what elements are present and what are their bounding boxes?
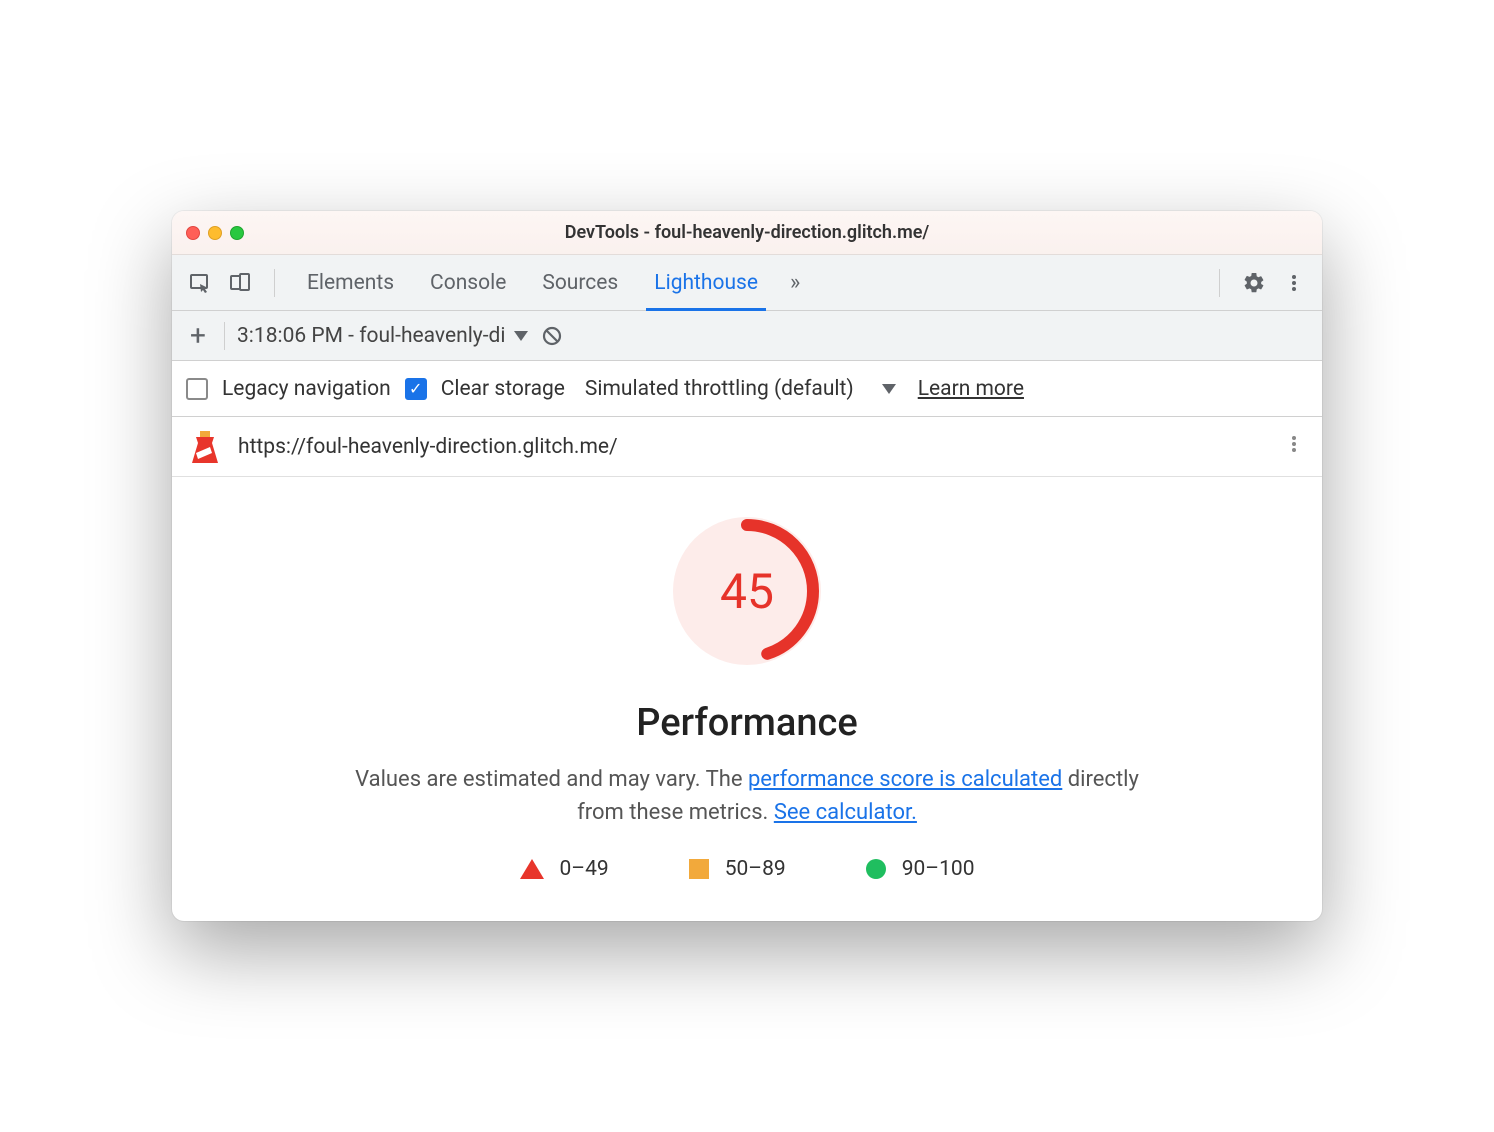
legacy-navigation-checkbox[interactable] bbox=[186, 378, 208, 400]
performance-heading: Performance bbox=[202, 701, 1292, 745]
triangle-icon bbox=[520, 859, 544, 879]
performance-description: Values are estimated and may vary. The p… bbox=[337, 763, 1157, 829]
new-report-button[interactable]: + bbox=[184, 319, 212, 352]
zoom-window-button[interactable] bbox=[230, 226, 244, 240]
lighthouse-logo-icon bbox=[190, 429, 220, 465]
report-selector[interactable]: 3:18:06 PM - foul-heavenly-di bbox=[237, 324, 528, 348]
score-legend: 0–49 50–89 90–100 bbox=[202, 857, 1292, 881]
performance-score: 45 bbox=[673, 517, 821, 665]
throttling-label: Simulated throttling (default) bbox=[585, 377, 854, 401]
device-toolbar-icon[interactable] bbox=[224, 267, 256, 299]
more-tabs-icon[interactable]: » bbox=[780, 270, 810, 295]
legend-mid: 50–89 bbox=[689, 857, 786, 881]
circle-icon bbox=[866, 859, 886, 879]
separator bbox=[1219, 269, 1220, 297]
clear-report-icon[interactable] bbox=[540, 324, 564, 348]
score-calculated-link[interactable]: performance score is calculated bbox=[748, 767, 1062, 792]
separator bbox=[274, 269, 275, 297]
more-menu-icon[interactable] bbox=[1278, 267, 1310, 299]
lighthouse-toolbar: + 3:18:06 PM - foul-heavenly-di bbox=[172, 311, 1322, 361]
caret-down-icon bbox=[514, 331, 528, 341]
tab-sources[interactable]: Sources bbox=[528, 255, 632, 311]
lighthouse-report: 45 Performance Values are estimated and … bbox=[172, 477, 1322, 921]
legend-low: 0–49 bbox=[520, 857, 609, 881]
tab-console[interactable]: Console bbox=[416, 255, 520, 311]
see-calculator-link[interactable]: See calculator. bbox=[774, 800, 917, 825]
traffic-lights bbox=[186, 226, 244, 240]
window-title: DevTools - foul-heavenly-direction.glitc… bbox=[172, 222, 1322, 243]
inspect-element-icon[interactable] bbox=[184, 267, 216, 299]
tab-elements[interactable]: Elements bbox=[293, 255, 408, 311]
titlebar: DevTools - foul-heavenly-direction.glitc… bbox=[172, 211, 1322, 255]
devtools-window: DevTools - foul-heavenly-direction.glitc… bbox=[172, 211, 1322, 921]
report-menu-icon[interactable] bbox=[1284, 434, 1304, 460]
performance-gauge: 45 bbox=[673, 517, 821, 665]
settings-icon[interactable] bbox=[1238, 267, 1270, 299]
minimize-window-button[interactable] bbox=[208, 226, 222, 240]
tab-lighthouse[interactable]: Lighthouse bbox=[640, 255, 772, 311]
close-window-button[interactable] bbox=[186, 226, 200, 240]
separator bbox=[224, 322, 225, 350]
lighthouse-options-bar: Legacy navigation ✓ Clear storage Simula… bbox=[172, 361, 1322, 417]
clear-storage-label: Clear storage bbox=[441, 377, 565, 401]
report-url-text: https://foul-heavenly-direction.glitch.m… bbox=[238, 435, 618, 459]
devtools-tabs-bar: Elements Console Sources Lighthouse » bbox=[172, 255, 1322, 311]
throttling-caret-icon[interactable] bbox=[882, 384, 896, 394]
legend-high: 90–100 bbox=[866, 857, 975, 881]
learn-more-link[interactable]: Learn more bbox=[918, 377, 1024, 401]
report-url-row: https://foul-heavenly-direction.glitch.m… bbox=[172, 417, 1322, 477]
report-selector-label: 3:18:06 PM - foul-heavenly-di bbox=[237, 324, 506, 348]
clear-storage-checkbox[interactable]: ✓ bbox=[405, 378, 427, 400]
legacy-navigation-label: Legacy navigation bbox=[222, 377, 391, 401]
square-icon bbox=[689, 859, 709, 879]
